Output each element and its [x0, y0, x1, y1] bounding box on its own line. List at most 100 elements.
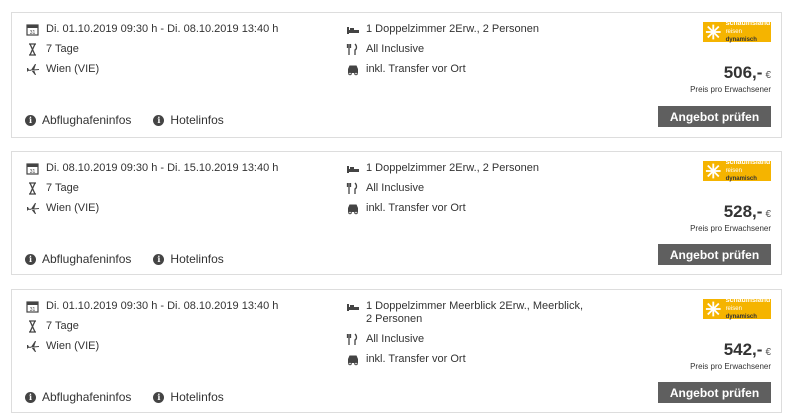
travel-duration: 7 Tage: [46, 182, 79, 194]
svg-text:31: 31: [30, 169, 36, 175]
svg-text:31: 31: [30, 30, 36, 36]
price-value: 528,-: [723, 202, 763, 221]
room-row: 1 Doppelzimmer 2Erw., 2 Personen: [346, 23, 596, 36]
departure-airport: Wien (VIE): [46, 63, 100, 75]
calendar-icon: 31: [26, 24, 39, 36]
departure-airport: Wien (VIE): [46, 202, 100, 214]
logo-text-1: schauinsland: [725, 20, 771, 27]
travel-details: 31 Di. 01.10.2019 09:30 h - Di. 08.10.20…: [26, 23, 346, 83]
room-type: 1 Doppelzimmer 2Erw., 2 Personen: [366, 162, 540, 174]
airport-info-link[interactable]: i Abflughafeninfos: [25, 390, 131, 404]
tour-operator-logo: schauinsland reisen dynamisch: [703, 159, 771, 182]
info-icon: i: [25, 391, 36, 403]
info-links: i Abflughafeninfos i Hotelinfos: [25, 252, 246, 266]
hourglass-icon: [29, 320, 36, 333]
info-icon: i: [25, 253, 36, 265]
travel-dates: Di. 01.10.2019 09:30 h - Di. 08.10.2019 …: [46, 300, 279, 312]
hotel-details: 1 Doppelzimmer 2Erw., 2 Personen All Inc…: [346, 23, 596, 83]
info-links: i Abflughafeninfos i Hotelinfos: [25, 390, 246, 404]
price-value: 542,-: [723, 340, 763, 359]
duration-row: 7 Tage: [26, 182, 346, 195]
duration-row: 7 Tage: [26, 43, 346, 56]
travel-details: 31 Di. 08.10.2019 09:30 h - Di. 15.10.20…: [26, 162, 346, 222]
sun-logo-icon: [705, 163, 721, 179]
tour-operator-logo: schauinsland reisen dynamisch: [703, 297, 771, 320]
hourglass-icon: [29, 182, 36, 195]
date-row: 31 Di. 08.10.2019 09:30 h - Di. 15.10.20…: [26, 162, 346, 175]
room-row: 1 Doppelzimmer 2Erw., 2 Personen: [346, 162, 596, 175]
board-type: All Inclusive: [366, 182, 425, 194]
bed-icon: [347, 166, 359, 173]
bed-icon: [347, 27, 359, 34]
info-icon: i: [153, 253, 165, 265]
travel-dates: Di. 01.10.2019 09:30 h - Di. 08.10.2019 …: [46, 23, 279, 35]
tour-operator-logo: schauinsland reisen dynamisch: [703, 20, 771, 43]
airport-row: Wien (VIE): [26, 202, 346, 215]
price-note: Preis pro Erwachsener: [690, 224, 771, 233]
hotel-info-link[interactable]: i Hotelinfos: [153, 390, 224, 404]
sun-logo-icon: [705, 301, 721, 317]
info-icon: i: [153, 114, 165, 126]
travel-details: 31 Di. 01.10.2019 09:30 h - Di. 08.10.20…: [26, 300, 346, 360]
room-type: 1 Doppelzimmer 2Erw., 2 Personen: [366, 23, 540, 35]
transfer-row: inkl. Transfer vor Ort: [346, 202, 596, 215]
room-row: 1 Doppelzimmer Meerblick 2Erw., Meerblic…: [346, 300, 596, 326]
info-icon: i: [25, 114, 36, 126]
price-block: 542,- € Preis pro Erwachsener: [690, 340, 771, 371]
car-icon: [348, 355, 358, 366]
transfer-info: inkl. Transfer vor Ort: [366, 63, 466, 75]
board-row: All Inclusive: [346, 333, 596, 346]
board-type: All Inclusive: [366, 333, 425, 345]
airport-row: Wien (VIE): [26, 63, 346, 76]
airport-info-link[interactable]: i Abflughafeninfos: [25, 113, 131, 127]
bed-icon: [347, 304, 359, 311]
plane-icon: [27, 64, 39, 75]
board-type: All Inclusive: [366, 43, 425, 55]
car-icon: [348, 204, 358, 215]
info-links: i Abflughafeninfos i Hotelinfos: [25, 113, 246, 127]
info-icon: i: [153, 391, 165, 403]
price-note: Preis pro Erwachsener: [690, 85, 771, 94]
transfer-row: inkl. Transfer vor Ort: [346, 63, 596, 76]
airport-row: Wien (VIE): [26, 340, 346, 353]
sun-logo-icon: [705, 24, 721, 40]
logo-text-1: schauinsland: [725, 297, 771, 304]
price-note: Preis pro Erwachsener: [690, 362, 771, 371]
logo-text-2: reisen dynamisch: [725, 168, 757, 182]
airport-info-link[interactable]: i Abflughafeninfos: [25, 252, 131, 266]
calendar-icon: 31: [26, 301, 39, 313]
car-icon: [348, 65, 358, 76]
transfer-info: inkl. Transfer vor Ort: [366, 353, 466, 365]
duration-row: 7 Tage: [26, 320, 346, 333]
travel-duration: 7 Tage: [46, 320, 79, 332]
check-offer-button[interactable]: Angebot prüfen: [658, 106, 771, 127]
check-offer-button[interactable]: Angebot prüfen: [658, 244, 771, 265]
check-offer-button[interactable]: Angebot prüfen: [658, 382, 771, 403]
plane-icon: [27, 341, 39, 352]
price-block: 528,- € Preis pro Erwachsener: [690, 202, 771, 233]
transfer-info: inkl. Transfer vor Ort: [366, 202, 466, 214]
hotel-info-link[interactable]: i Hotelinfos: [153, 252, 224, 266]
calendar-icon: 31: [26, 163, 39, 175]
logo-text-2: reisen dynamisch: [725, 29, 757, 43]
travel-duration: 7 Tage: [46, 43, 79, 55]
board-row: All Inclusive: [346, 43, 596, 56]
hotel-details: 1 Doppelzimmer Meerblick 2Erw., Meerblic…: [346, 300, 596, 373]
date-row: 31 Di. 01.10.2019 09:30 h - Di. 08.10.20…: [26, 23, 346, 36]
hotel-details: 1 Doppelzimmer 2Erw., 2 Personen All Inc…: [346, 162, 596, 222]
board-row: All Inclusive: [346, 182, 596, 195]
departure-airport: Wien (VIE): [46, 340, 100, 352]
travel-dates: Di. 08.10.2019 09:30 h - Di. 15.10.2019 …: [46, 162, 279, 174]
cutlery-icon: [346, 333, 358, 345]
price-value: 506,-: [723, 63, 763, 82]
plane-icon: [27, 203, 39, 214]
hotel-info-link[interactable]: i Hotelinfos: [153, 113, 224, 127]
price-currency: €: [765, 347, 771, 358]
price-block: 506,- € Preis pro Erwachsener: [690, 63, 771, 94]
hourglass-icon: [29, 43, 36, 56]
offer-card: 31 Di. 01.10.2019 09:30 h - Di. 08.10.20…: [11, 289, 782, 413]
svg-text:31: 31: [30, 307, 36, 313]
logo-text-1: schauinsland: [725, 159, 771, 166]
date-row: 31 Di. 01.10.2019 09:30 h - Di. 08.10.20…: [26, 300, 346, 313]
logo-text-2: reisen dynamisch: [725, 306, 757, 320]
